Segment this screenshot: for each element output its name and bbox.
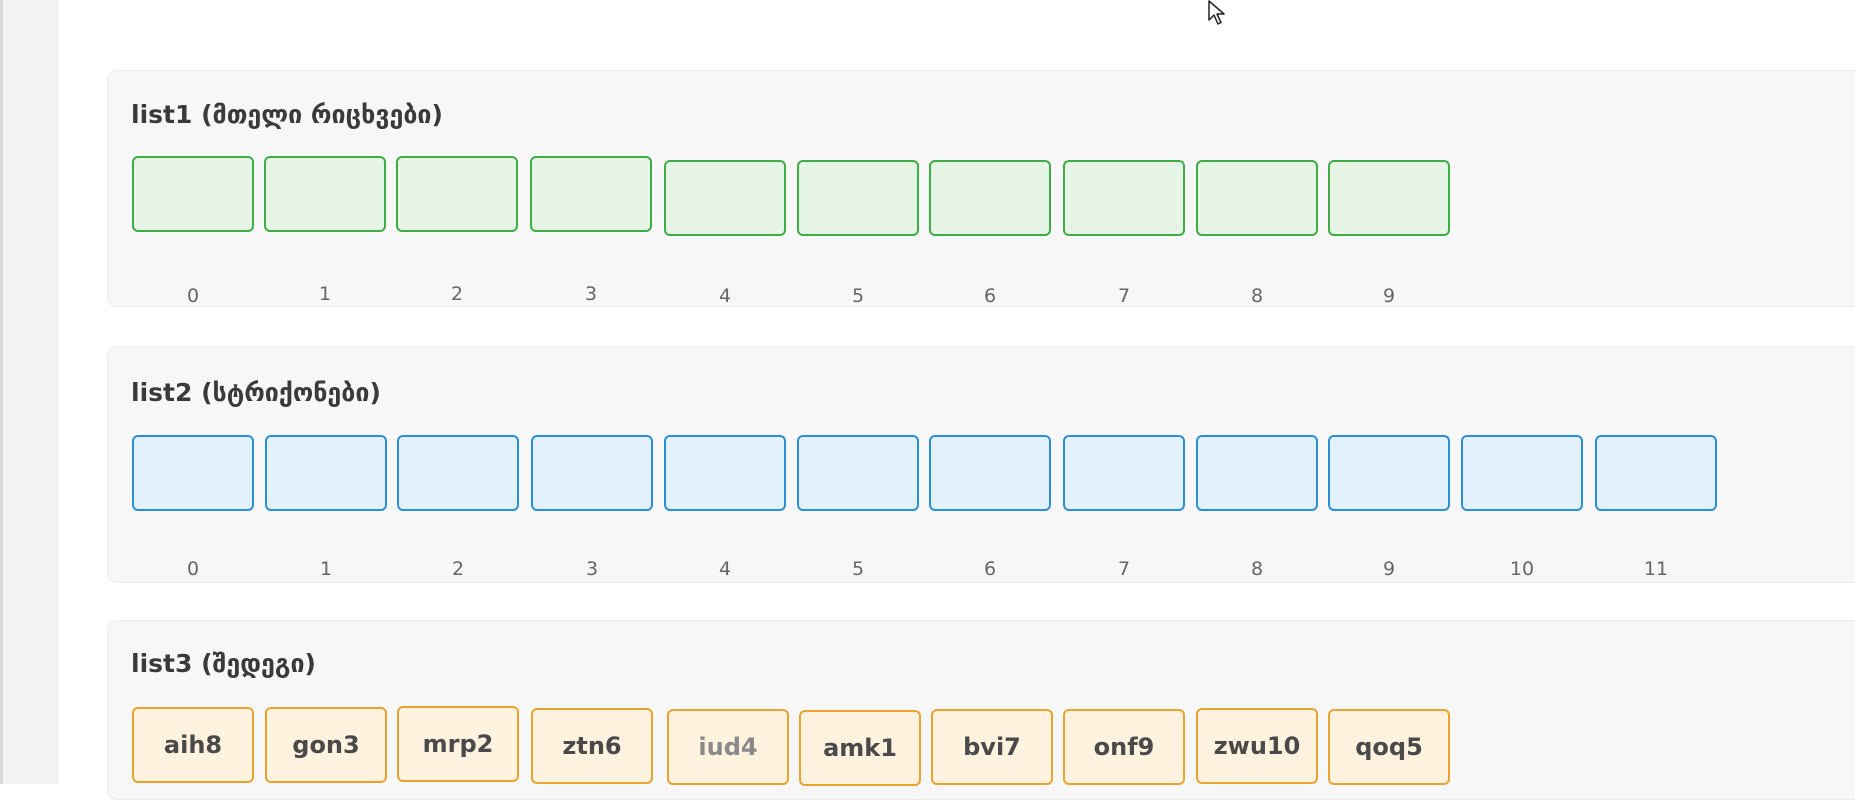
list1-index: 6	[983, 285, 997, 307]
list1-index: 5	[851, 285, 865, 307]
list1-index: 4	[718, 285, 732, 307]
list1-index: 3	[584, 283, 598, 305]
list2-cell-9[interactable]	[1328, 435, 1450, 511]
list3-cell-0[interactable]: aih8	[132, 707, 254, 783]
list1-index: 2	[450, 283, 464, 305]
list1-cell-1[interactable]	[264, 156, 386, 232]
list3-cell-3[interactable]: ztn6	[531, 708, 653, 784]
list3-cell-1[interactable]: gon3	[265, 707, 387, 783]
list1-cell-8[interactable]	[1196, 160, 1318, 236]
list3-panel: list3 (შედეგი) aih8 gon3 mrp2 ztn6 iud4 …	[107, 620, 1855, 800]
list1-cell-0[interactable]	[132, 156, 254, 232]
list1-index: 0	[186, 285, 200, 307]
list3-cell-9[interactable]: qoq5	[1328, 709, 1450, 785]
list1-cell-5[interactable]	[797, 160, 919, 236]
list1-index: 7	[1117, 285, 1131, 307]
list1-cell-4[interactable]	[664, 160, 786, 236]
list1-cell-2[interactable]	[396, 156, 518, 232]
list2-cell-11[interactable]	[1595, 435, 1717, 511]
list3-title: list3 (შედეგი)	[131, 649, 316, 678]
list2-index: 11	[1643, 558, 1669, 580]
list1-title: list1 (მთელი რიცხვები)	[131, 100, 443, 129]
list1-cell-3[interactable]	[530, 156, 652, 232]
list2-index: 10	[1509, 558, 1535, 580]
list1-cell-9[interactable]	[1328, 160, 1450, 236]
list3-cell-7[interactable]: onf9	[1063, 709, 1185, 785]
list3-cell-8[interactable]: zwu10	[1196, 708, 1318, 784]
list2-cell-1[interactable]	[265, 435, 387, 511]
list2-index: 9	[1382, 558, 1396, 580]
list2-cell-0[interactable]	[132, 435, 254, 511]
list2-index: 5	[851, 558, 865, 580]
list2-cell-10[interactable]	[1461, 435, 1583, 511]
list1-index: 1	[318, 283, 332, 305]
list2-cell-5[interactable]	[797, 435, 919, 511]
list3-cell-5[interactable]: amk1	[799, 710, 921, 786]
list2-cell-7[interactable]	[1063, 435, 1185, 511]
list2-index: 4	[718, 558, 732, 580]
list1-panel: list1 (მთელი რიცხვები) 0 1 2 3 4 5 6 7 8…	[107, 70, 1855, 307]
sidebar	[0, 0, 58, 784]
list2-index: 6	[983, 558, 997, 580]
list2-title: list2 (სტრიქონები)	[131, 378, 381, 407]
list2-index: 8	[1250, 558, 1264, 580]
list2-index: 2	[451, 558, 465, 580]
list1-cell-6[interactable]	[929, 160, 1051, 236]
list2-cell-8[interactable]	[1196, 435, 1318, 511]
list3-cell-2[interactable]: mrp2	[397, 706, 519, 782]
list1-cell-7[interactable]	[1063, 160, 1185, 236]
sidebar-edge	[0, 0, 3, 784]
list2-panel: list2 (სტრიქონები) 0 1 2 3 4 5 6 7 8 9 1…	[107, 346, 1855, 583]
list1-index: 9	[1382, 285, 1396, 307]
list2-index: 0	[186, 558, 200, 580]
mouse-pointer-icon	[1208, 0, 1225, 25]
list2-cell-2[interactable]	[397, 435, 519, 511]
list1-index: 8	[1250, 285, 1264, 307]
list2-cell-4[interactable]	[664, 435, 786, 511]
list2-cell-3[interactable]	[531, 435, 653, 511]
list2-index: 1	[319, 558, 333, 580]
list2-index: 3	[585, 558, 599, 580]
list3-cell-6[interactable]: bvi7	[931, 709, 1053, 785]
list3-cell-4[interactable]: iud4	[667, 709, 789, 785]
list2-cell-6[interactable]	[929, 435, 1051, 511]
list2-index: 7	[1117, 558, 1131, 580]
